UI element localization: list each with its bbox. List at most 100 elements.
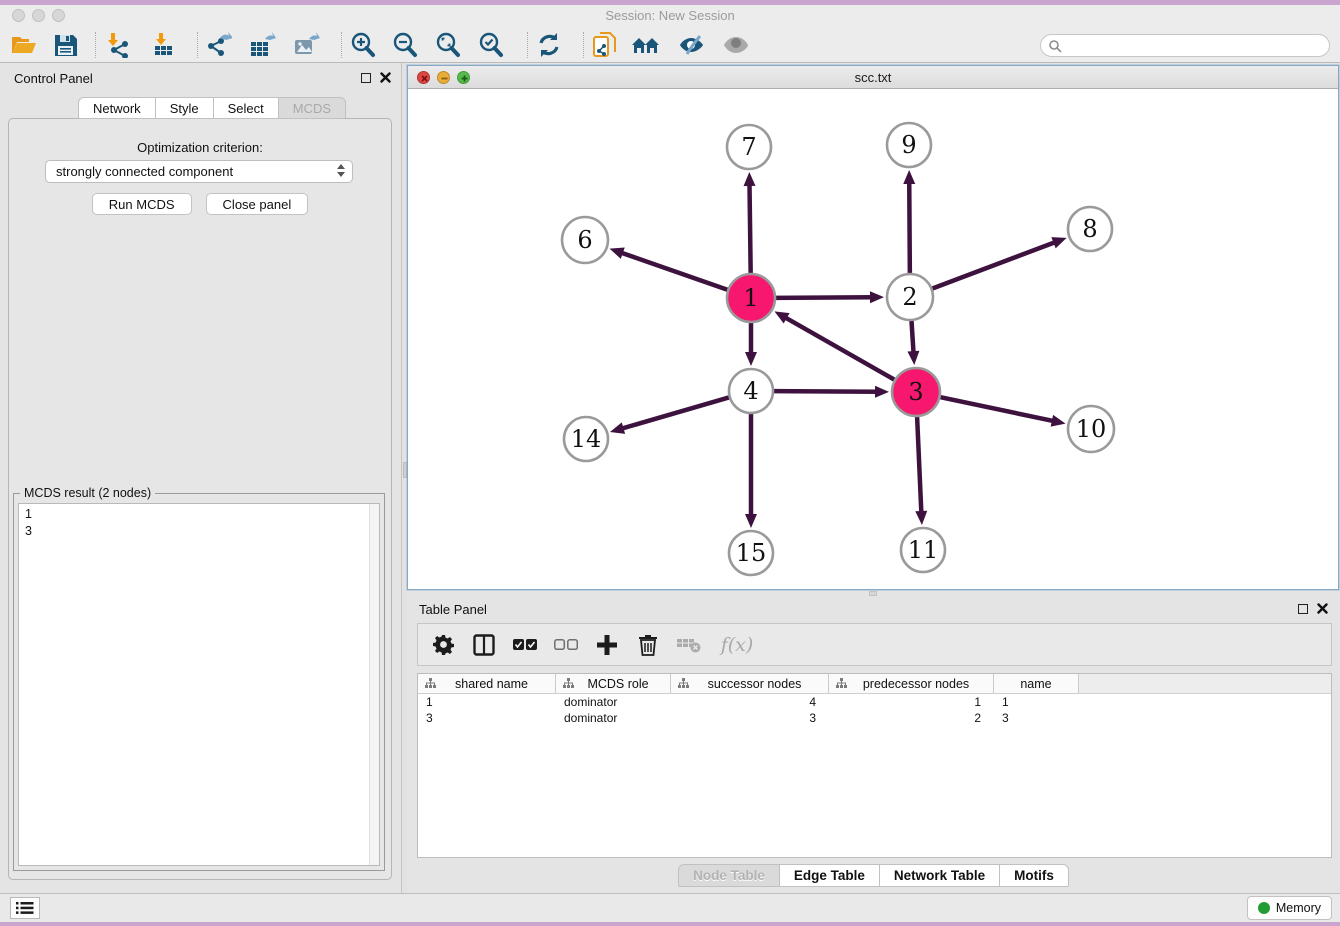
main-toolbar — [0, 27, 1340, 63]
mcds-result-text[interactable]: 1 3 — [18, 503, 380, 866]
graph-node-label: 3 — [908, 378, 923, 406]
tree-column-icon — [836, 678, 847, 689]
column-header-predecessor-nodes[interactable]: predecessor nodes — [829, 674, 994, 693]
edge-arrowhead — [610, 422, 625, 434]
workspace: Control Panel Network Style Select MCDS … — [0, 63, 1340, 893]
network-canvas[interactable]: 7968124314101511 — [408, 89, 1338, 589]
graph-node-label: 15 — [736, 539, 767, 567]
close-panel-icon[interactable] — [380, 72, 391, 83]
export-network-icon[interactable] — [203, 30, 235, 60]
tab-node-table[interactable]: Node Table — [678, 864, 780, 887]
add-column-icon[interactable] — [594, 632, 620, 658]
memory-label: Memory — [1276, 901, 1321, 915]
graph-edge[interactable] — [932, 242, 1056, 289]
import-network-icon[interactable] — [103, 30, 135, 60]
column-header-shared-name[interactable]: shared name — [418, 674, 556, 693]
float-panel-icon[interactable] — [361, 73, 371, 83]
table-cell: 4 — [671, 694, 829, 710]
table-row[interactable]: 3dominator323 — [418, 710, 1331, 726]
import-table-icon[interactable] — [149, 30, 181, 60]
split-columns-icon[interactable] — [471, 632, 497, 658]
function-builder-icon[interactable]: f(x) — [717, 632, 757, 658]
edge-arrowhead — [870, 291, 884, 303]
graph-edge[interactable] — [917, 417, 921, 514]
tab-motifs[interactable]: Motifs — [1000, 864, 1069, 887]
zoom-selected-icon[interactable] — [475, 30, 507, 60]
close-panel-button[interactable]: Close panel — [206, 193, 309, 215]
graph-edge[interactable] — [940, 397, 1054, 421]
refresh-layout-icon[interactable] — [533, 30, 565, 60]
graph-edge[interactable] — [776, 297, 873, 298]
hide-details-icon[interactable] — [675, 30, 707, 60]
graph-edge[interactable] — [912, 321, 914, 354]
export-image-icon[interactable] — [290, 30, 322, 60]
table-cell: 2 — [829, 710, 994, 726]
tab-select[interactable]: Select — [214, 97, 279, 119]
table-row[interactable]: 1dominator411 — [418, 694, 1331, 710]
graph-node-label: 14 — [571, 425, 602, 453]
table-cell: 1 — [829, 694, 994, 710]
edge-arrowhead — [1051, 237, 1066, 248]
main-titlebar: Session: New Session — [0, 5, 1340, 27]
table-cell: 3 — [671, 710, 829, 726]
clone-network-icon[interactable] — [589, 30, 621, 60]
toolbar-separator — [197, 32, 198, 58]
search-input[interactable] — [1040, 34, 1330, 57]
header-filler — [1079, 674, 1331, 693]
select-all-checks-icon[interactable] — [512, 632, 538, 658]
export-table-icon[interactable] — [246, 30, 278, 60]
zoom-in-icon[interactable] — [347, 30, 379, 60]
table-cell: 3 — [994, 710, 1079, 726]
table-panel-title: Table Panel — [419, 602, 487, 617]
column-header-mcds-role[interactable]: MCDS role — [556, 674, 671, 693]
edge-arrowhead — [1051, 415, 1066, 427]
graph-edge[interactable] — [621, 397, 729, 429]
delete-table-icon[interactable] — [676, 632, 702, 658]
delete-column-icon[interactable] — [635, 632, 661, 658]
column-header-name[interactable]: name — [994, 674, 1079, 693]
network-graph: 7968124314101511 — [408, 89, 1339, 590]
task-history-button[interactable] — [10, 897, 40, 919]
graph-edge[interactable] — [784, 317, 894, 380]
zoom-fit-icon[interactable] — [432, 30, 464, 60]
run-mcds-button[interactable]: Run MCDS — [92, 193, 192, 215]
close-table-panel-icon[interactable] — [1317, 603, 1328, 614]
dropdown-stepper-icon — [337, 164, 345, 177]
table-header: shared name MCDS role successor nodes — [418, 674, 1331, 694]
save-session-icon[interactable] — [49, 30, 81, 60]
tab-style[interactable]: Style — [156, 97, 214, 119]
control-panel: Control Panel Network Style Select MCDS … — [0, 63, 401, 893]
zoom-out-icon[interactable] — [389, 30, 421, 60]
graph-node-label: 8 — [1082, 215, 1097, 243]
window-title: Session: New Session — [0, 8, 1340, 23]
toolbar-separator — [583, 32, 584, 58]
show-details-icon[interactable] — [720, 30, 752, 60]
memory-button[interactable]: Memory — [1247, 896, 1332, 920]
settings-gear-icon[interactable] — [430, 632, 456, 658]
network-frame-titlebar[interactable]: scc.txt — [408, 66, 1338, 89]
graph-edge[interactable] — [749, 183, 750, 273]
graph-edge[interactable] — [620, 252, 727, 290]
edge-arrowhead — [745, 352, 757, 366]
graph-node-label: 7 — [741, 133, 756, 161]
result-scrollbar[interactable] — [369, 504, 379, 865]
memory-status-icon — [1258, 902, 1270, 914]
column-header-successor-nodes[interactable]: successor nodes — [671, 674, 829, 693]
tab-mcds[interactable]: MCDS — [279, 97, 346, 119]
edge-arrowhead — [744, 172, 756, 186]
float-table-panel-icon[interactable] — [1298, 604, 1308, 614]
optimization-criterion-select[interactable]: strongly connected component — [45, 160, 353, 183]
graph-edge[interactable] — [774, 391, 878, 392]
tab-network[interactable]: Network — [78, 97, 156, 119]
home-first-neighbors-icon[interactable] — [630, 30, 662, 60]
edge-arrowhead — [875, 386, 889, 398]
mcds-result-group: MCDS result (2 nodes) 1 3 — [13, 493, 385, 871]
tab-edge-table[interactable]: Edge Table — [780, 864, 880, 887]
tab-network-table[interactable]: Network Table — [880, 864, 1000, 887]
open-session-icon[interactable] — [8, 30, 40, 60]
optimization-criterion-value: strongly connected component — [56, 164, 233, 179]
search-icon — [1048, 39, 1062, 53]
deselect-all-checks-icon[interactable] — [553, 632, 579, 658]
graph-edge[interactable] — [909, 181, 910, 273]
edge-arrowhead — [903, 170, 915, 184]
